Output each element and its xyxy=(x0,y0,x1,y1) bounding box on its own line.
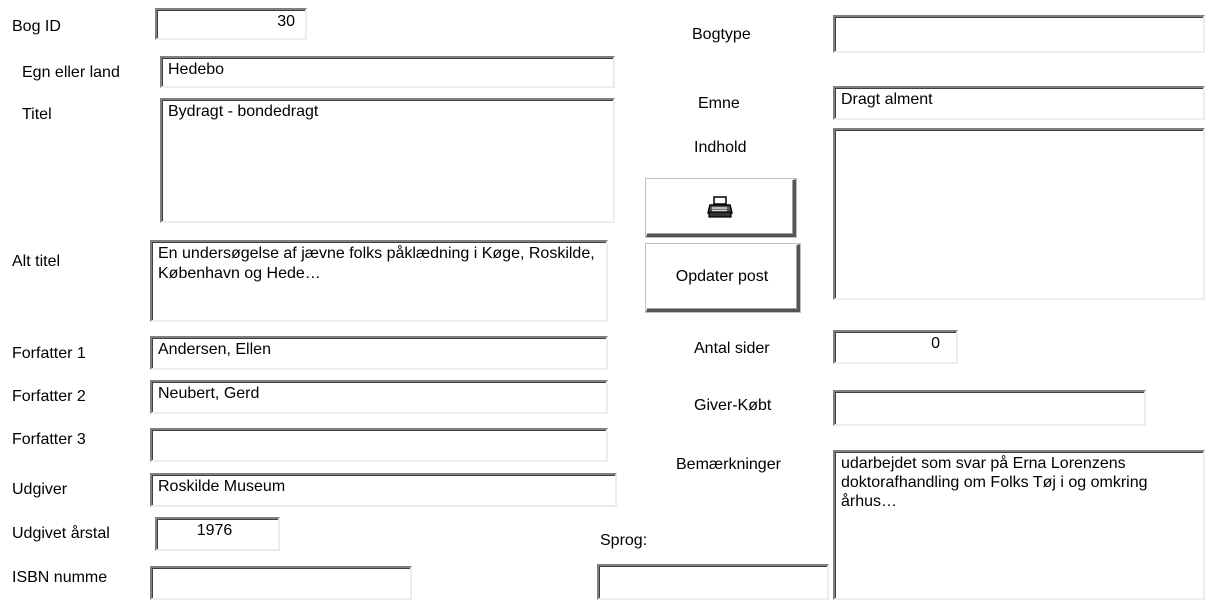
forfatter3-label: Forfatter 3 xyxy=(12,431,86,448)
egn-label: Egn eller land xyxy=(22,64,120,81)
indhold-label: Indhold xyxy=(694,139,747,156)
emne-label: Emne xyxy=(698,95,740,112)
egn-field[interactable]: Hedebo xyxy=(160,56,615,88)
giver-field[interactable] xyxy=(833,390,1146,426)
bog-id-label: Bog ID xyxy=(12,18,61,35)
forfatter1-label: Forfatter 1 xyxy=(12,345,86,362)
antal-sider-field[interactable]: 0 xyxy=(833,330,958,364)
emne-field[interactable]: Dragt alment xyxy=(833,86,1205,120)
bogtype-label: Bogtype xyxy=(692,26,751,43)
giver-label: Giver-Købt xyxy=(694,397,772,414)
print-button[interactable] xyxy=(646,179,796,237)
alt-titel-field[interactable]: En undersøgelse af jævne folks påklædnin… xyxy=(150,240,608,322)
alt-titel-label: Alt titel xyxy=(12,253,61,270)
udgivet-aarstal-label: Udgivet årstal xyxy=(12,525,110,542)
sprog-field[interactable] xyxy=(597,564,829,600)
titel-field[interactable]: Bydragt - bondedragt xyxy=(160,98,615,223)
sprog-label: Sprog: xyxy=(600,532,648,549)
forfatter1-field[interactable]: Andersen, Ellen xyxy=(150,336,608,370)
udgiver-field[interactable]: Roskilde Museum xyxy=(150,473,617,507)
bog-id-field[interactable]: 30 xyxy=(155,8,307,40)
bemaerkninger-field[interactable]: udarbejdet som svar på Erna Lorenzens do… xyxy=(833,450,1205,600)
titel-label: Titel xyxy=(22,106,52,123)
antal-sider-label: Antal sider xyxy=(694,340,770,357)
forfatter3-field[interactable] xyxy=(150,428,608,462)
udgivet-aarstal-field[interactable]: 1976 xyxy=(155,517,280,551)
opdater-post-button[interactable]: Opdater post xyxy=(646,244,800,312)
bogtype-field[interactable] xyxy=(833,15,1205,53)
forfatter2-label: Forfatter 2 xyxy=(12,388,86,405)
forfatter2-field[interactable]: Neubert, Gerd xyxy=(150,380,608,414)
udgiver-label: Udgiver xyxy=(12,481,68,498)
printer-icon xyxy=(707,196,733,218)
bemaerkninger-label: Bemærkninger xyxy=(676,456,781,473)
isbn-field[interactable] xyxy=(150,566,412,600)
indhold-field[interactable] xyxy=(833,128,1205,300)
isbn-label: ISBN numme xyxy=(12,569,108,586)
